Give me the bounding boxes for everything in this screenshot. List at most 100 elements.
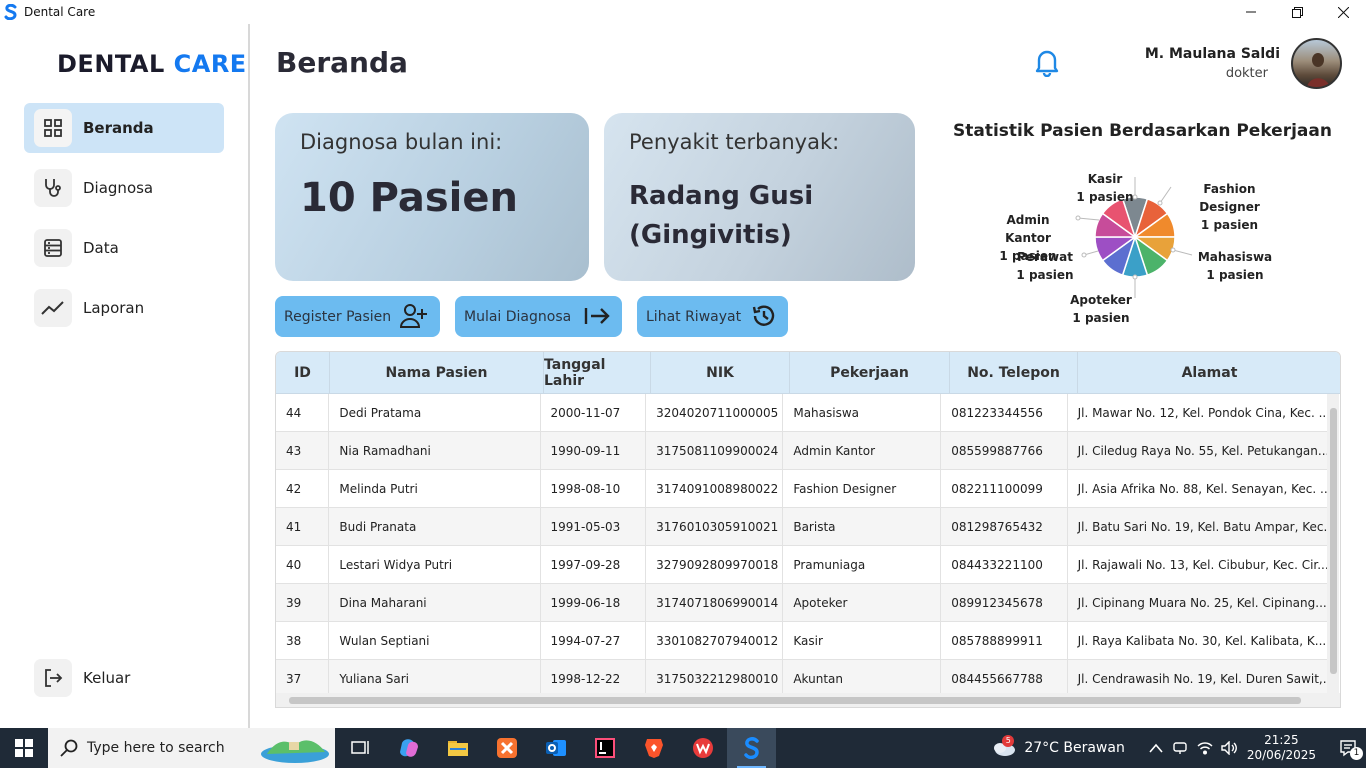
table-cell: 081298765432 [941,508,1068,545]
horizontal-scrollbar-thumb[interactable] [289,697,1301,704]
avatar[interactable] [1291,38,1342,89]
diagnosa-card: Diagnosa bulan ini: 10 Pasien [275,113,589,281]
pie-label: Mahasiswa 1 pasien [1195,248,1275,284]
pie-leader-line [1077,217,1100,221]
maximize-button[interactable] [1274,0,1320,24]
sidebar-item-laporan[interactable]: Laporan [24,283,224,333]
pie-leader-dot [1170,247,1176,253]
table-cell: Jl. Raya Kalibata No. 30, Kel. Kalibata,… [1068,622,1328,659]
taskbar-search[interactable]: Type here to search [48,728,335,768]
brand-logo: DENTAL CARE [57,50,247,78]
clock[interactable]: 21:25 20/06/2025 [1247,733,1316,763]
lihat-riwayat-button[interactable]: Lihat Riwayat [637,296,788,337]
brave-icon[interactable] [629,728,678,768]
chevron-up-icon[interactable] [1149,743,1163,753]
pie-label-name: Apoteker [1070,293,1132,307]
close-button[interactable] [1320,0,1366,24]
clock-time: 21:25 [1264,733,1299,747]
pie-label-value: 1 pasien [1016,268,1074,282]
table-cell: Apoteker [783,584,942,621]
column-header[interactable]: ID [276,352,330,394]
column-header[interactable]: Alamat [1078,352,1340,394]
wps-office-icon[interactable] [678,728,727,768]
weather-icon[interactable]: 5 [988,728,1020,768]
logout-icon [34,659,72,697]
vertical-scrollbar-thumb[interactable] [1330,408,1337,674]
notification-bell-icon[interactable] [1033,47,1061,81]
table-cell: Wulan Septiani [329,622,541,659]
table-cell: Fashion Designer [783,470,942,507]
dental-care-app-icon[interactable] [727,728,776,768]
volume-icon[interactable] [1221,741,1237,755]
mulai-diagnosa-button[interactable]: Mulai Diagnosa [455,296,622,337]
column-header[interactable]: Nama Pasien [330,352,544,394]
table-row[interactable]: 42 Melinda Putri 1998-08-10 317409100898002… [276,470,1328,508]
copilot-icon[interactable] [384,728,433,768]
sidebar-item-beranda[interactable]: Beranda [24,103,224,153]
outlook-icon[interactable] [531,728,580,768]
meet-now-icon[interactable] [1173,741,1187,755]
logout-button[interactable]: Keluar [24,653,224,703]
column-header[interactable]: No. Telepon [950,352,1078,394]
vertical-scrollbar[interactable] [1327,394,1339,694]
table-cell: Dina Maharani [329,584,541,621]
task-view-icon[interactable] [335,728,384,768]
table-row[interactable]: 38 Wulan Septiani 1994-07-27 33010827079400… [276,622,1328,660]
penyakit-card-value: Radang Gusi (Gingivitis) [629,181,814,250]
table-cell: 084433221100 [941,546,1068,583]
column-header[interactable]: Tanggal Lahir [544,352,651,394]
table-cell: Jl. Batu Sari No. 19, Kel. Batu Ampar, K… [1068,508,1328,545]
pie-leader-dot [1075,215,1081,221]
table-cell: Jl. Rajawali No. 13, Kel. Cibubur, Kec. … [1068,546,1328,583]
table-cell: 38 [276,622,330,659]
column-header[interactable]: Pekerjaan [790,352,950,394]
register-pasien-button[interactable]: Register Pasien [275,296,440,337]
minimize-button[interactable] [1228,0,1274,24]
chart-title: Statistik Pasien Berdasarkan Pekerjaan [953,121,1332,141]
table-row[interactable]: 41 Budi Pranata 1991-05-03 3176010305910021… [276,508,1328,546]
table-cell: Melinda Putri [329,470,541,507]
title-bar: Dental Care [0,0,1366,24]
logout-label: Keluar [83,669,131,687]
penyakit-card-label: Penyakit terbanyak: [629,130,840,154]
table-row[interactable]: 43 Nia Ramadhani 1990-09-11 317508110990002… [276,432,1328,470]
wifi-icon[interactable] [1197,741,1213,755]
search-placeholder: Type here to search [87,740,225,756]
notification-center-icon[interactable]: 1 [1330,728,1366,768]
stethoscope-icon [34,169,72,207]
table-cell: Admin Kantor [783,432,942,469]
weather-text[interactable]: 27°C Berawan [1024,740,1125,756]
table-cell: Akuntan [783,660,942,694]
sidebar-item-diagnosa[interactable]: Diagnosa [24,163,224,213]
xampp-icon[interactable] [482,728,531,768]
sidebar-item-data[interactable]: Data [24,223,224,273]
windows-start-icon[interactable] [0,728,48,768]
sidebar-item-label: Laporan [83,299,145,317]
table-cell: 1998-12-22 [541,660,647,694]
column-header[interactable]: NIK [651,352,790,394]
intellij-icon[interactable] [580,728,629,768]
sidebar-item-label: Beranda [83,119,154,137]
table-cell: Pramuniaga [783,546,942,583]
table-cell: 085599887766 [941,432,1068,469]
horizontal-scrollbar[interactable] [276,693,1340,707]
table-cell: Jl. Asia Afrika No. 88, Kel. Senayan, Ke… [1068,470,1328,507]
lihat-riwayat-label: Lihat Riwayat [646,308,742,325]
table-cell: 2000-11-07 [541,394,647,431]
table-row[interactable]: 44 Dedi Pratama 2000-11-07 3204020711000005… [276,394,1328,432]
pie-label-value: 1 pasien [999,249,1057,263]
table-cell: 3175081109900024 [646,432,784,469]
sidebar-item-label: Diagnosa [83,179,154,197]
pie-label: Apoteker 1 pasien [1068,291,1134,327]
table-row[interactable]: 39 Dina Maharani 1999-06-18 317407180699001… [276,584,1328,622]
table-row[interactable]: 40 Lestari Widya Putri 1997-09-28 327909280… [276,546,1328,584]
table-cell: Budi Pranata [329,508,541,545]
file-explorer-icon[interactable] [433,728,482,768]
user-name: M. Maulana Saldi [1144,46,1280,62]
notification-badge: 1 [1350,747,1363,760]
table-row[interactable]: 37 Yuliana Sari 1998-12-22 3175032212980010… [276,660,1328,694]
window-title: Dental Care [24,5,96,19]
table-cell: Mahasiswa [783,394,942,431]
register-pasien-label: Register Pasien [284,308,392,325]
table-cell: Barista [783,508,942,545]
